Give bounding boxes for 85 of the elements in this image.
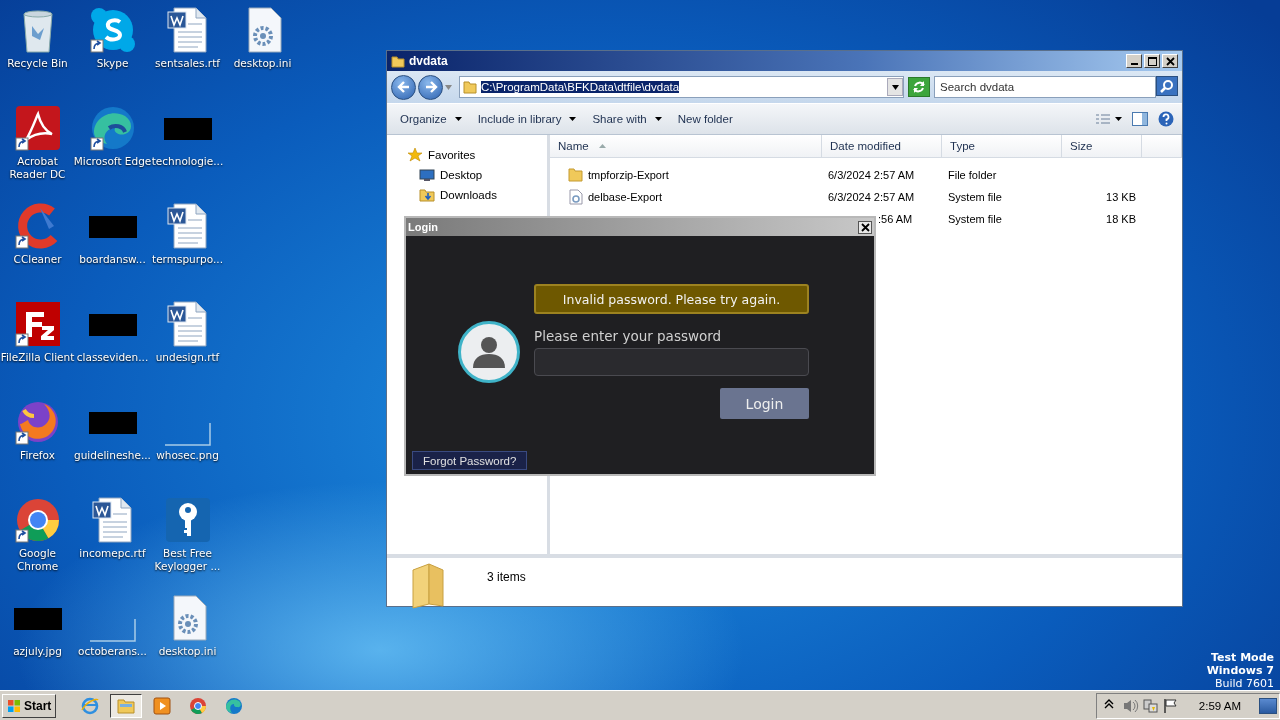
size-text: 13 KB bbox=[1106, 191, 1136, 203]
os-info-text: Build 7601 bbox=[1213, 677, 1274, 690]
clock-text[interactable]: 2:59 AM bbox=[1198, 699, 1241, 712]
gear-file-icon bbox=[568, 189, 584, 205]
help-icon bbox=[1158, 111, 1174, 127]
date-text: 6/3/2024 2:57 AM bbox=[828, 191, 915, 203]
close-button[interactable] bbox=[858, 220, 872, 234]
type-text: System file bbox=[948, 191, 1002, 203]
download-folder-icon bbox=[419, 187, 435, 203]
caret-icon bbox=[569, 117, 577, 121]
monitor-icon bbox=[419, 167, 435, 183]
help-button[interactable] bbox=[1156, 109, 1176, 129]
toolbar-button[interactable]: Organize bbox=[393, 110, 469, 128]
folder-icon bbox=[568, 167, 584, 183]
navigation-item[interactable]: Desktop bbox=[387, 165, 547, 185]
folder-icon bbox=[463, 80, 477, 94]
maximize-icon bbox=[1147, 56, 1157, 66]
toolbar-button[interactable]: New folder bbox=[670, 110, 740, 128]
start-button[interactable]: Start bbox=[2, 693, 57, 718]
arrow-icon bbox=[395, 79, 412, 95]
caret-icon bbox=[454, 117, 462, 121]
back-button[interactable] bbox=[391, 74, 416, 100]
navigation-item[interactable]: Downloads bbox=[387, 185, 547, 205]
sort-icon bbox=[598, 144, 606, 148]
address-field[interactable]: C:\ProgramData\BFKData\dtfile\dvdata bbox=[459, 76, 904, 98]
item-count: 3 items bbox=[487, 570, 526, 584]
forward-button[interactable] bbox=[418, 74, 443, 100]
column-header[interactable]: Type bbox=[942, 135, 1062, 157]
toolbar-button[interactable]: Share with bbox=[585, 110, 669, 128]
os-info-text: Test Mode bbox=[1210, 651, 1274, 664]
flag-icon bbox=[1162, 697, 1179, 714]
type-text: System file bbox=[948, 213, 1002, 225]
caret-icon bbox=[445, 84, 452, 90]
pane-icon bbox=[1132, 112, 1148, 126]
desktop-icon-label[interactable]: guidelineshe... bbox=[73, 449, 152, 462]
star-icon bbox=[407, 147, 423, 163]
taskbar-app-button[interactable] bbox=[110, 693, 143, 718]
file-name[interactable]: tmpforzip-Export bbox=[588, 169, 669, 181]
column-header[interactable]: Name bbox=[550, 135, 822, 157]
minimize-button[interactable] bbox=[1126, 54, 1142, 68]
navigation-item[interactable]: Favorites bbox=[387, 145, 547, 165]
view-options-button[interactable] bbox=[1094, 111, 1124, 127]
show-desktop-button[interactable] bbox=[1259, 697, 1277, 714]
type-text: File folder bbox=[948, 169, 997, 181]
browser-icon bbox=[189, 696, 208, 715]
list-view-icon bbox=[1096, 113, 1122, 125]
network-icon bbox=[1142, 697, 1159, 714]
folder-icon bbox=[391, 54, 405, 68]
close-icon bbox=[1165, 56, 1175, 66]
close-icon bbox=[860, 222, 870, 232]
address-text: C:\ProgramData\BFKData\dtfile\dvdata bbox=[481, 81, 680, 93]
login-button[interactable]: Login bbox=[720, 388, 809, 419]
column-header[interactable]: Date modified bbox=[822, 135, 942, 157]
size-text: 18 KB bbox=[1106, 213, 1136, 225]
window-title: dvdata bbox=[409, 54, 449, 68]
dialog-title: Login bbox=[408, 221, 439, 233]
windows-logo-icon bbox=[7, 698, 21, 713]
column-header[interactable]: Size bbox=[1062, 135, 1142, 157]
folder-icon bbox=[117, 696, 136, 715]
action-center-button[interactable] bbox=[1162, 697, 1179, 714]
file-name[interactable]: delbase-Export bbox=[588, 191, 662, 203]
preview-pane-button[interactable] bbox=[1130, 110, 1150, 128]
wave-browser-icon bbox=[225, 696, 244, 715]
toolbar-button[interactable]: Include in library bbox=[470, 110, 584, 128]
caret-icon bbox=[654, 117, 662, 121]
speaker-icon bbox=[1122, 697, 1139, 714]
password-label: Please enter your password bbox=[534, 328, 723, 344]
refresh-icon bbox=[912, 80, 926, 94]
date-text: 6/3/2024 2:57 AM bbox=[828, 169, 915, 181]
maximize-button[interactable] bbox=[1144, 54, 1160, 68]
refresh-button[interactable] bbox=[908, 77, 930, 97]
os-info-text: Windows 7 bbox=[1206, 664, 1274, 677]
password-field[interactable] bbox=[534, 348, 809, 376]
globe-icon bbox=[81, 696, 100, 715]
minimize-icon bbox=[1130, 63, 1138, 65]
error-message: Invalid password. Please try again. bbox=[534, 284, 809, 314]
date-text: :56 AM bbox=[878, 213, 913, 225]
search-button[interactable] bbox=[1156, 76, 1178, 96]
forgot-password-button[interactable]: Forgot Password? bbox=[412, 451, 528, 470]
caret-icon bbox=[891, 84, 899, 90]
search-field[interactable]: Search dvdata bbox=[934, 76, 1156, 98]
search-icon bbox=[1160, 79, 1174, 93]
media-player-icon bbox=[153, 696, 172, 715]
dropdown-button[interactable] bbox=[887, 78, 903, 96]
desktop-icon-label[interactable]: Microsoft Edge bbox=[73, 155, 152, 168]
